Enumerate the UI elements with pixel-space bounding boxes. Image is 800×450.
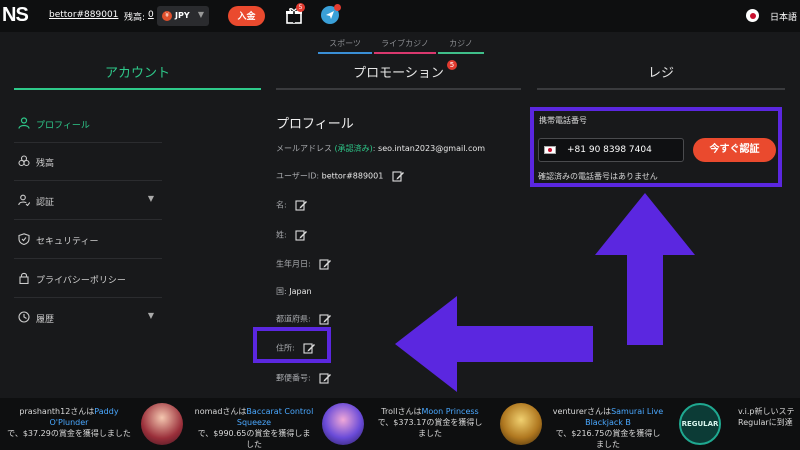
first-name-field: 名: — [276, 199, 308, 211]
prefecture-label: 都道府県: — [276, 314, 311, 324]
highlight-box-phone — [530, 107, 782, 187]
logo: NS — [2, 4, 29, 26]
last-name-label: 姓: — [276, 230, 287, 240]
winners-ticker: prashanth12さんはPaddy O'Plunder で、$37.29の賞金… — [0, 398, 800, 450]
coins-icon — [18, 155, 30, 167]
country-label: 国: — [276, 287, 287, 296]
tab-account[interactable]: アカウント — [14, 62, 261, 90]
regular-badge[interactable]: REGULAR — [679, 403, 721, 445]
sidebar-item-label: セキュリティー — [36, 237, 99, 247]
lock-icon — [19, 272, 29, 284]
email-value: seo.intan2023@gmail.com — [378, 144, 486, 153]
language-select[interactable]: 日本語 — [770, 10, 797, 23]
game-thumbnail[interactable] — [322, 403, 364, 445]
arrow-up-icon — [595, 193, 695, 345]
chevron-down-icon: ▼ — [147, 311, 154, 320]
edit-icon[interactable] — [295, 199, 308, 211]
arrow-left-icon — [395, 296, 593, 392]
first-name-label: 名: — [276, 200, 287, 210]
sidebar-item-security[interactable]: セキュリティー — [14, 221, 162, 259]
shield-icon — [18, 233, 30, 245]
edit-icon[interactable] — [392, 170, 404, 182]
chat-badge — [334, 4, 341, 11]
sidebar-item-label: プロフィール — [36, 121, 90, 131]
email-verified-status: (承認済み) — [334, 144, 373, 153]
sidebar-item-label: 残高 — [36, 159, 55, 169]
sidebar-item-balance[interactable]: 残高 — [14, 143, 162, 181]
country-value: Japan — [289, 287, 312, 296]
sidebar-item-profile[interactable]: プロフィール — [14, 105, 162, 143]
ticker-item[interactable]: prashanth12さんはPaddy O'Plunder で、$37.29の賞金… — [4, 406, 134, 439]
chevron-down-icon: ▼ — [147, 194, 154, 203]
email-label: メールアドレス — [276, 144, 332, 153]
email-field: メールアドレス (承認済み): seo.intan2023@gmail.com — [276, 144, 486, 153]
sidebar-item-label: 認証 — [36, 198, 55, 208]
birthdate-label: 生年月日: — [276, 259, 311, 269]
subnav-live-casino[interactable]: ライブカジノ — [374, 38, 436, 54]
history-icon — [18, 311, 30, 323]
top-bar: NS bettor#889001 残高: 0 ¥ JPY ▼ 入金 5 日本語 — [0, 0, 800, 32]
subnav-casino[interactable]: カジノ — [438, 38, 484, 54]
balance-value[interactable]: 0 — [148, 10, 154, 20]
currency-select[interactable]: ¥ JPY ▼ — [157, 6, 209, 26]
userid-value: bettor#889001 — [321, 171, 384, 181]
prefecture-field: 都道府県: — [276, 313, 332, 325]
postal-code-field: 郵便番号: — [276, 372, 332, 384]
userid-label: ユーザーID: — [276, 171, 320, 181]
verify-icon — [18, 194, 30, 206]
game-thumbnail[interactable] — [500, 403, 542, 445]
tab-cashier[interactable]: レジ — [537, 62, 785, 90]
userid-field: ユーザーID: bettor#889001 — [276, 170, 404, 182]
gift-badge: 5 — [296, 3, 305, 12]
user-icon — [18, 117, 30, 129]
sub-nav: スポーツ ライブカジノ カジノ — [0, 38, 800, 54]
last-name-field: 姓: — [276, 229, 308, 241]
chevron-down-icon: ▼ — [197, 10, 204, 19]
sidebar-item-label: 履歴 — [36, 315, 55, 325]
ticker-item[interactable]: TrollさんはMoon Princess で、$373.17の賞金を獲得しました — [374, 406, 486, 439]
currency-code: JPY — [175, 11, 190, 20]
japan-flag-icon[interactable] — [746, 9, 759, 22]
birthdate-field: 生年月日: — [276, 258, 332, 270]
ticker-item[interactable]: v.i.p新しいステ Regularに到達 — [738, 406, 800, 428]
edit-icon[interactable] — [319, 313, 332, 325]
subnav-sports[interactable]: スポーツ — [318, 38, 372, 54]
game-thumbnail[interactable] — [141, 403, 183, 445]
edit-icon[interactable] — [319, 258, 332, 270]
currency-coin-icon: ¥ — [162, 11, 172, 21]
highlight-box-address — [253, 327, 331, 363]
balance-label: 残高: — [124, 13, 146, 23]
tab-promotion[interactable]: プロモーション — [276, 62, 521, 90]
ticker-item[interactable]: venturerさんはSamurai Live Blackjack B で、$21… — [552, 406, 664, 450]
sidebar-item-history[interactable]: 履歴 ▼ — [14, 299, 162, 337]
username-link[interactable]: bettor#889001 — [49, 10, 118, 20]
promotion-badge: 5 — [447, 60, 457, 70]
postal-code-label: 郵便番号: — [276, 373, 311, 383]
edit-icon[interactable] — [295, 229, 308, 241]
sidebar-item-verification[interactable]: 認証 ▼ — [14, 182, 162, 220]
profile-title: プロフィール — [276, 117, 354, 132]
sidebar-item-label: プライバシーポリシー — [36, 276, 126, 286]
deposit-button[interactable]: 入金 — [228, 6, 265, 26]
country-field: 国: Japan — [276, 286, 312, 297]
sidebar-item-privacy[interactable]: プライバシーポリシー — [14, 260, 162, 298]
edit-icon[interactable] — [319, 372, 332, 384]
ticker-item[interactable]: nomadさんはBaccarat Control Squeeze で、$990.6… — [194, 406, 314, 450]
